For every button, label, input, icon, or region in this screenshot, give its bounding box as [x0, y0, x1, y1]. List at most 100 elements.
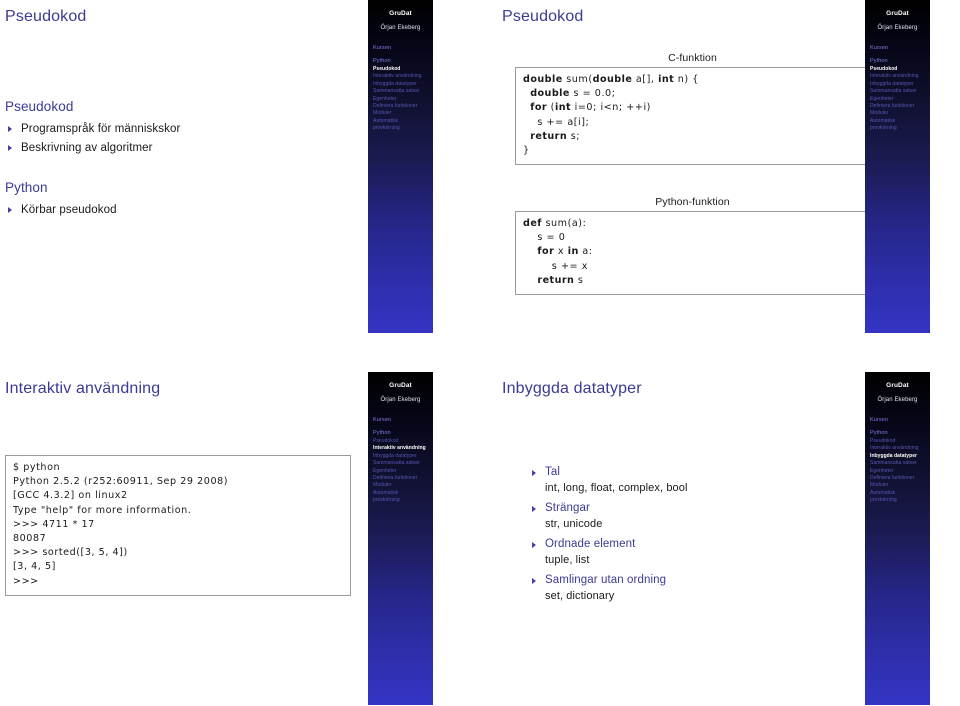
list-item-label: Körbar pseudokod	[21, 204, 117, 216]
sidebar-item-moduler[interactable]: Moduler	[373, 110, 433, 117]
sidebar-item-kursen[interactable]: Kursen	[870, 44, 930, 53]
slide-body: C-funktion double sum(double a[], int n)…	[497, 0, 870, 333]
sidebar-title: GruDat	[389, 382, 412, 389]
navigation-sidebar: GruDat Örjan Ekeberg Kursen Python Pseud…	[368, 372, 433, 705]
datatype-members: set, dictionary	[545, 590, 615, 602]
list-item: Ordnade element tuple, list	[529, 536, 849, 569]
sidebar-title: GruDat	[886, 382, 909, 389]
triangle-bullet-icon	[8, 145, 12, 151]
sidebar-item-inbyggda-datatyper[interactable]: Inbyggda datatyper	[870, 453, 930, 460]
sidebar-item-python[interactable]: Python	[870, 429, 930, 438]
sidebar-author: Örjan Ekeberg	[380, 25, 421, 31]
code-block-caption: Python-funktion	[655, 196, 730, 208]
bullet-list: Programspråk för människskor Beskrivning…	[5, 120, 180, 158]
sidebar-item-moduler[interactable]: Moduler	[870, 482, 930, 489]
block-heading: Pseudokod	[5, 99, 74, 114]
sidebar-item-python[interactable]: Python	[870, 57, 930, 66]
datatype-category: Ordnade element	[545, 538, 636, 550]
slide-pseudokod-intro: Pseudokod Pseudokod Programspråk för män…	[0, 0, 455, 333]
list-item-label: Programspråk för människskor	[21, 123, 181, 135]
sidebar-item-sammansatta-satser[interactable]: Sammansatta satser	[373, 88, 433, 95]
slide-interaktiv-anvandning: Interaktiv användning $ python Python 2.…	[0, 372, 455, 705]
sidebar-nav: Kursen Python Pseudokod Interaktiv använ…	[368, 416, 433, 505]
sidebar-item-sammansatta-satser[interactable]: Sammansatta satser	[373, 460, 433, 467]
slide-body: Tal int, long, float, complex, bool Strä…	[497, 372, 862, 705]
sidebar-item-sammansatta-satser[interactable]: Sammansatta satser	[870, 88, 930, 95]
slide-body: $ python Python 2.5.2 (r252:60911, Sep 2…	[0, 372, 365, 705]
sidebar-item-definiera-funktioner[interactable]: Definiera funktioner	[870, 103, 930, 110]
sidebar-item-kursen[interactable]: Kursen	[373, 416, 433, 425]
sidebar-item-definiera-funktioner[interactable]: Definiera funktioner	[870, 475, 930, 482]
sidebar-item-interaktiv-anvandning[interactable]: Interaktiv användning	[870, 445, 930, 452]
sidebar-item-kursen[interactable]: Kursen	[870, 416, 930, 425]
triangle-bullet-icon	[532, 470, 536, 476]
sidebar-item-interaktiv-anvandning[interactable]: Interaktiv användning	[373, 445, 433, 452]
sidebar-item-egenheter[interactable]: Egenheter	[870, 96, 930, 103]
sidebar-author: Örjan Ekeberg	[877, 25, 918, 31]
triangle-bullet-icon	[532, 506, 536, 512]
sidebar-nav: Kursen Python Pseudokod Interaktiv använ…	[865, 44, 930, 133]
bullet-list: Körbar pseudokod	[5, 201, 117, 220]
datatype-category: Tal	[545, 466, 561, 478]
sidebar-item-moduler[interactable]: Moduler	[373, 482, 433, 489]
handout-page: Pseudokod Pseudokod Programspråk för män…	[0, 0, 960, 706]
sidebar-item-kursen[interactable]: Kursen	[373, 44, 433, 53]
sidebar-item-automatisk-provkorning[interactable]: Automatisk	[373, 118, 433, 125]
sidebar-nav: Kursen Python Pseudokod Interaktiv använ…	[368, 44, 433, 133]
list-item: Körbar pseudokod	[5, 201, 117, 220]
sidebar-item-egenheter[interactable]: Egenheter	[373, 468, 433, 475]
sidebar-item-pseudokod[interactable]: Pseudokod	[870, 438, 930, 445]
navigation-sidebar: GruDat Örjan Ekeberg Kursen Python Pseud…	[865, 372, 930, 705]
sidebar-item-python[interactable]: Python	[373, 57, 433, 66]
sidebar-item-moduler[interactable]: Moduler	[870, 110, 930, 117]
sidebar-item-pseudokod[interactable]: Pseudokod	[373, 438, 433, 445]
triangle-bullet-icon	[532, 542, 536, 548]
sidebar-item-definiera-funktioner[interactable]: Definiera funktioner	[373, 103, 433, 110]
sidebar-item-inbyggda-datatyper[interactable]: Inbyggda datatyper	[373, 81, 433, 88]
sidebar-item-automatisk-provkorning-cont[interactable]: provkörning	[373, 125, 433, 132]
sidebar-item-automatisk-provkorning[interactable]: Automatisk	[870, 118, 930, 125]
sidebar-item-interaktiv-anvandning[interactable]: Interaktiv användning	[373, 73, 433, 80]
sidebar-title: GruDat	[389, 10, 412, 17]
sidebar-author: Örjan Ekeberg	[877, 397, 918, 403]
navigation-sidebar: GruDat Örjan Ekeberg Kursen Python Pseud…	[865, 0, 930, 333]
slide-body: Pseudokod Programspråk för människskor B…	[0, 0, 365, 333]
slide-inbyggda-datatyper: Inbyggda datatyper Tal int, long, float,…	[497, 372, 952, 705]
triangle-bullet-icon	[532, 578, 536, 584]
sidebar-item-pseudokod[interactable]: Pseudokod	[373, 66, 433, 73]
navigation-sidebar: GruDat Örjan Ekeberg Kursen Python Pseud…	[368, 0, 433, 333]
c-function-code: double sum(double a[], int n) { double s…	[515, 67, 870, 166]
datatype-category: Samlingar utan ordning	[545, 574, 667, 586]
sidebar-item-python[interactable]: Python	[373, 429, 433, 438]
datatype-members: tuple, list	[545, 554, 590, 566]
sidebar-item-inbyggda-datatyper[interactable]: Inbyggda datatyper	[373, 453, 433, 460]
sidebar-item-sammansatta-satser[interactable]: Sammansatta satser	[870, 460, 930, 467]
code-block-caption: C-funktion	[668, 52, 717, 64]
sidebar-item-automatisk-provkorning[interactable]: Automatisk	[373, 490, 433, 497]
sidebar-title: GruDat	[886, 10, 909, 17]
sidebar-item-automatisk-provkorning-cont[interactable]: provkörning	[870, 497, 930, 504]
sidebar-item-automatisk-provkorning-cont[interactable]: provkörning	[870, 125, 930, 132]
sidebar-item-egenheter[interactable]: Egenheter	[373, 96, 433, 103]
list-item: Programspråk för människskor	[5, 120, 180, 139]
list-item: Tal int, long, float, complex, bool	[529, 464, 849, 497]
list-item: Beskrivning av algoritmer	[5, 139, 180, 158]
sidebar-item-egenheter[interactable]: Egenheter	[870, 468, 930, 475]
list-item: Samlingar utan ordning set, dictionary	[529, 572, 849, 605]
sidebar-item-automatisk-provkorning-cont[interactable]: provkörning	[373, 497, 433, 504]
slide-pseudokod-code: Pseudokod C-funktion double sum(double a…	[497, 0, 952, 333]
python-function-code: def sum(a): s = 0 for x in a: s += x ret…	[515, 211, 870, 296]
terminal-transcript: $ python Python 2.5.2 (r252:60911, Sep 2…	[5, 455, 351, 596]
datatype-members: str, unicode	[545, 518, 603, 530]
triangle-bullet-icon	[8, 126, 12, 132]
sidebar-item-inbyggda-datatyper[interactable]: Inbyggda datatyper	[870, 81, 930, 88]
sidebar-item-interaktiv-anvandning[interactable]: Interaktiv användning	[870, 73, 930, 80]
sidebar-item-definiera-funktioner[interactable]: Definiera funktioner	[373, 475, 433, 482]
sidebar-item-automatisk-provkorning[interactable]: Automatisk	[870, 490, 930, 497]
block-heading: Python	[5, 180, 48, 195]
datatype-members: int, long, float, complex, bool	[545, 482, 688, 494]
sidebar-author: Örjan Ekeberg	[380, 397, 421, 403]
datatype-list: Tal int, long, float, complex, bool Strä…	[529, 464, 849, 605]
sidebar-nav: Kursen Python Pseudokod Interaktiv använ…	[865, 416, 930, 505]
sidebar-item-pseudokod[interactable]: Pseudokod	[870, 66, 930, 73]
